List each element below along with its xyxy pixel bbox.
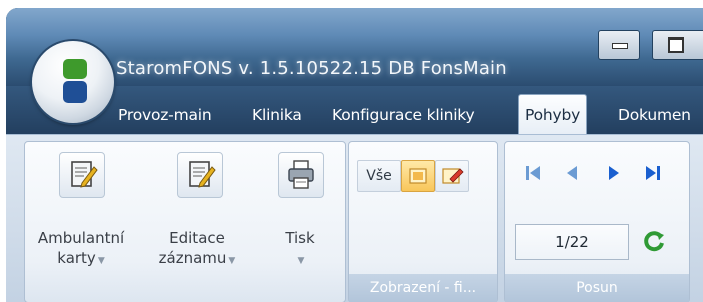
previous-record-icon[interactable] bbox=[559, 160, 587, 186]
ribbon-group-records: Ambulantní karty ▼ Editace záznamu ▼ Tis… bbox=[24, 141, 346, 302]
record-counter: 1/22 bbox=[515, 224, 629, 260]
document-edit-icon bbox=[177, 152, 223, 198]
refresh-icon[interactable] bbox=[641, 228, 667, 254]
printer-icon bbox=[278, 152, 324, 198]
ribbon-panel: Ambulantní karty ▼ Editace záznamu ▼ Tis… bbox=[6, 134, 703, 302]
app-logo-icon bbox=[63, 59, 87, 103]
chevron-down-icon: ▼ bbox=[97, 256, 105, 266]
minimize-button[interactable] bbox=[598, 30, 640, 60]
filter-edit-button[interactable] bbox=[435, 160, 469, 192]
last-record-icon[interactable] bbox=[639, 160, 667, 186]
chevron-down-icon: ▼ bbox=[228, 256, 236, 266]
maximize-icon bbox=[668, 37, 684, 53]
window-title: StaromFONS v. 1.5.10522.15 DB FonsMain bbox=[116, 58, 507, 79]
next-record-icon[interactable] bbox=[599, 160, 627, 186]
document-edit-icon bbox=[59, 152, 105, 198]
filter-folder-button[interactable] bbox=[401, 160, 435, 192]
application-window: StaromFONS v. 1.5.10522.15 DB FonsMain P… bbox=[6, 8, 703, 302]
tisk-label: Tisk bbox=[285, 229, 315, 247]
app-menu-button[interactable] bbox=[32, 41, 114, 123]
tab-klinika[interactable]: Klinika bbox=[252, 106, 302, 124]
editace-zaznamu-label: Editace bbox=[169, 229, 225, 247]
editace-zaznamu-button[interactable]: Editace záznamu ▼ bbox=[141, 144, 253, 294]
minimize-icon bbox=[612, 43, 628, 49]
editace-zaznamu-label-2: záznamu bbox=[158, 249, 227, 267]
tab-dokumenty[interactable]: Dokumen bbox=[618, 106, 691, 124]
filter-vse-button[interactable]: Vše bbox=[357, 160, 401, 192]
ambulantni-karty-button[interactable]: Ambulantní karty ▼ bbox=[25, 144, 137, 294]
ribbon-group-zobrazeni: Vše Zobrazení - fi... bbox=[348, 141, 498, 302]
zobrazeni-group-label: Zobrazení - fi... bbox=[349, 274, 497, 302]
folder-filter-icon bbox=[409, 168, 427, 184]
posun-group-label: Posun bbox=[505, 274, 689, 302]
tab-provoz-main[interactable]: Provoz-main bbox=[118, 106, 212, 124]
ambulantni-karty-label-2: karty bbox=[57, 249, 96, 267]
ribbon-group-posun: 1/22 Posun bbox=[504, 141, 690, 302]
edit-filter-icon bbox=[442, 168, 464, 184]
maximize-button[interactable] bbox=[652, 30, 703, 60]
tab-konfigurace-kliniky[interactable]: Konfigurace kliniky bbox=[332, 106, 475, 124]
first-record-icon[interactable] bbox=[519, 160, 547, 186]
chevron-down-icon: ▼ bbox=[297, 256, 305, 266]
tab-pohyby[interactable]: Pohyby bbox=[518, 94, 588, 135]
ambulantni-karty-label: Ambulantní bbox=[37, 229, 125, 247]
tisk-button[interactable]: Tisk ▼ bbox=[261, 144, 339, 294]
